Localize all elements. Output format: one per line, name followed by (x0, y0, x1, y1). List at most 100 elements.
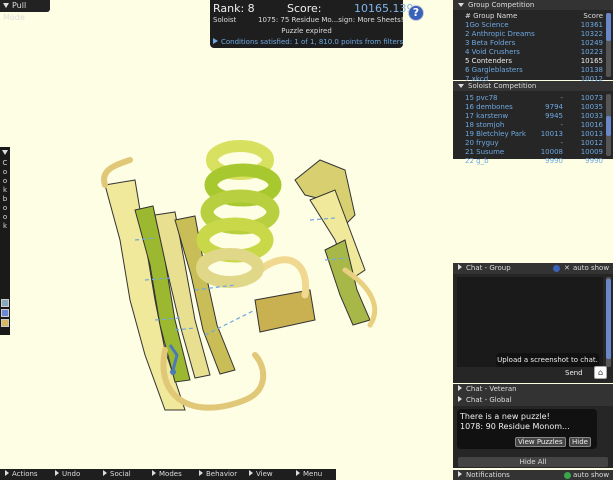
chat-global-title: Chat - Global (466, 396, 512, 404)
cookbook-icons (1, 299, 9, 329)
group-competition-panel: Group Competition # Group Name Score 1Go… (453, 0, 613, 83)
pull-mode-button[interactable]: Pull Mode (0, 0, 50, 22)
chevron-right-icon (296, 470, 300, 476)
chat-group-title: Chat - Group (466, 264, 511, 272)
group-list: # Group Name Score 1Go Science 10361 2 An… (453, 10, 613, 84)
info-icon[interactable] (553, 265, 560, 272)
chevron-right-icon (458, 396, 462, 402)
help-icon: ? (412, 6, 420, 19)
menu-undo[interactable]: Undo (55, 469, 80, 480)
chat-veteran-header[interactable]: Chat - Veteran (453, 384, 613, 395)
menu-modes[interactable]: Modes (152, 469, 182, 480)
sidechain-atom (170, 369, 176, 375)
chevron-right-icon (152, 470, 156, 476)
bottom-menu-bar: Actions Undo Social Modes Behavior View … (0, 469, 336, 480)
view-puzzles-button[interactable]: View Puzzles (515, 437, 566, 447)
alpha-helix (196, 140, 282, 288)
score-value: 10165.139 (354, 2, 414, 15)
list-item[interactable]: 19 Bletchley Park 10013 10013 (465, 130, 603, 139)
group-list-header: # Group Name Score (465, 12, 603, 21)
list-item[interactable]: 2 Anthropic Dreams 10322 (465, 30, 603, 39)
notice-line: There is a new puzzle! (460, 412, 550, 421)
recipe-icon[interactable] (1, 309, 9, 317)
help-button[interactable]: ? (408, 5, 424, 21)
notifications-title: Notifications (466, 471, 510, 479)
chat-scrollbar[interactable] (606, 277, 611, 367)
chevron-down-icon (3, 3, 9, 8)
menu-view[interactable]: View (249, 469, 273, 480)
chevron-right-icon (213, 38, 218, 44)
list-item[interactable]: 6 Gargleblasters 10138 (465, 66, 603, 75)
list-item[interactable]: 21 Susume 10008 10009 (465, 148, 603, 157)
group-scrollbar[interactable] (606, 13, 611, 77)
list-item[interactable]: 18 stomjoh -10016 (465, 121, 603, 130)
score-label: Score: (287, 2, 322, 15)
list-item[interactable]: 1Go Science 10361 (465, 21, 603, 30)
group-competition-header[interactable]: Group Competition (453, 0, 613, 10)
chat-group-header[interactable]: Chat - Group ✕ auto show (453, 263, 613, 274)
screenshot-tooltip: Upload a screenshot to chat. (496, 353, 599, 367)
chevron-right-icon (249, 470, 253, 476)
notice-line: 1078: 90 Residue Monom... (460, 422, 570, 431)
protein-viewport[interactable] (95, 120, 395, 420)
conditions-label: Conditions satisfied: 1 of 1, 810.0 poin… (221, 38, 404, 46)
chevron-down-icon (458, 84, 464, 88)
notifications-header[interactable]: Notifications auto show (453, 470, 613, 480)
chevron-right-icon (458, 264, 462, 270)
menu-social[interactable]: Social (103, 469, 131, 480)
conditions-toggle[interactable]: Conditions satisfied: 1 of 1, 810.0 poin… (213, 38, 403, 46)
soloist-competition-panel: Soloist Competition 15 pvc78-10073 16 de… (453, 81, 613, 165)
list-item[interactable]: 16 dembones 9794 10035 (465, 103, 603, 112)
rank-label: Rank: 8 (213, 2, 255, 15)
cookbook-sidebar[interactable]: Cookbook (0, 147, 10, 335)
scrollbar-thumb[interactable] (606, 13, 611, 41)
screenshot-button[interactable]: ⌂ (594, 366, 607, 379)
soloist-competition-title: Soloist Competition (468, 82, 537, 90)
menu-actions[interactable]: Actions (5, 469, 38, 480)
list-item[interactable]: 22 g_b 9990 9990 (465, 157, 603, 166)
send-button[interactable]: Send (565, 369, 583, 377)
recipe-icon[interactable] (1, 299, 9, 307)
camera-icon: ⌂ (597, 368, 604, 377)
column-header-score: Score (583, 12, 603, 20)
hide-all-button[interactable]: Hide All (458, 457, 608, 467)
list-item-own-group[interactable]: 5 Contenders 10165 (465, 57, 603, 66)
close-icon[interactable]: ✕ (564, 263, 570, 274)
chevron-down-icon (458, 3, 464, 7)
group-competition-title: Group Competition (468, 1, 535, 9)
chevron-right-icon (55, 470, 59, 476)
notification-status-icon (564, 472, 571, 479)
puzzle-status: Puzzle expired (281, 27, 332, 35)
new-puzzle-notice: There is a new puzzle! 1078: 90 Residue … (457, 409, 597, 449)
list-item[interactable]: 20 fryguy -10012 (465, 139, 603, 148)
soloist-list: 15 pvc78-10073 16 dembones 9794 10035 17 k… (453, 91, 613, 166)
soloist-competition-header[interactable]: Soloist Competition (453, 81, 613, 91)
chat-veteran-title: Chat - Veteran (466, 385, 517, 393)
chevron-right-icon (5, 470, 9, 476)
chevron-right-icon (199, 470, 203, 476)
menu-behavior[interactable]: Behavior (199, 469, 237, 480)
column-header-name: # Group Name (465, 12, 518, 20)
score-panel: Rank: 8 Score: 10165.139 Soloist 1075: 7… (210, 0, 414, 48)
puzzle-title: 1075: 75 Residue Mo...sign: More Sheets! (258, 16, 404, 24)
auto-show-toggle[interactable]: auto show (573, 470, 609, 480)
scrollbar-thumb[interactable] (606, 279, 611, 359)
cookbook-label: Cookbook (2, 159, 8, 230)
menu-menu[interactable]: Menu (296, 469, 322, 480)
recipe-icon[interactable] (1, 319, 9, 327)
scrollbar-thumb[interactable] (606, 116, 611, 136)
chevron-right-icon (458, 471, 462, 477)
list-item[interactable]: 17 karstenw 9945 10033 (465, 112, 603, 121)
chat-global-header[interactable]: Chat - Global (453, 395, 613, 406)
list-item[interactable]: 4 Void Crushers 10223 (465, 48, 603, 57)
chevron-down-icon (2, 150, 8, 155)
hide-button[interactable]: Hide (569, 437, 591, 447)
list-item[interactable]: 3 Beta Folders 10249 (465, 39, 603, 48)
chevron-right-icon (103, 470, 107, 476)
auto-show-toggle[interactable]: auto show (573, 263, 609, 274)
soloist-scrollbar[interactable] (606, 94, 611, 156)
mode-label: Soloist (213, 16, 237, 24)
list-item[interactable]: 15 pvc78-10073 (465, 94, 603, 103)
chevron-right-icon (458, 385, 462, 391)
loop (256, 256, 310, 299)
